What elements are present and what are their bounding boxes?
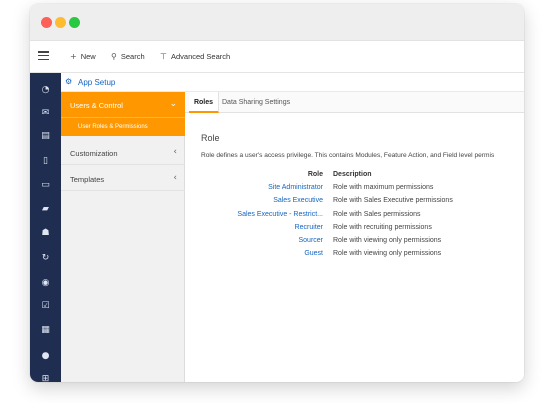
- tab-roles[interactable]: Roles: [189, 92, 219, 113]
- app-window: + New ⚲ Search ⊤ Advanced Search ◔ ✉ ▤ ▯…: [30, 4, 524, 382]
- role-description: Role with recruiting permissions: [333, 224, 432, 231]
- window-titlebar: [30, 4, 524, 41]
- id-card-icon[interactable]: ▭: [40, 180, 51, 190]
- search-label: Search: [120, 52, 145, 61]
- table-row: Sales Executive - Restrict... Role with …: [185, 211, 524, 224]
- maximize-window-button[interactable]: [69, 17, 80, 28]
- sidebar-item-label: Customization: [70, 149, 118, 158]
- role-link[interactable]: Sourcer: [298, 237, 323, 244]
- calendar-icon[interactable]: ▦: [40, 325, 51, 335]
- mail-icon[interactable]: ✉: [40, 108, 51, 118]
- person-icon[interactable]: ●: [40, 351, 51, 361]
- sidebar-subitem-label: User Roles & Permissions: [78, 124, 148, 130]
- minimize-window-button[interactable]: [55, 17, 66, 28]
- filter-icon: ⊤: [160, 52, 167, 61]
- checklist-icon[interactable]: ☑: [40, 301, 51, 311]
- tab-bar: Roles Data Sharing Settings: [185, 92, 524, 113]
- role-description: Role with viewing only permissions: [333, 237, 442, 244]
- dashboard-icon[interactable]: ◔: [40, 85, 51, 95]
- org-chart-icon[interactable]: ⊞: [40, 374, 51, 382]
- new-label: New: [80, 52, 96, 61]
- section-title: Role: [201, 133, 220, 143]
- top-toolbar: + New ⚲ Search ⊤ Advanced Search: [30, 41, 524, 73]
- new-button[interactable]: + New: [70, 52, 96, 61]
- tab-data-sharing-settings[interactable]: Data Sharing Settings: [222, 92, 290, 113]
- left-nav: ◔ ✉ ▤ ▯ ▭ ▰ ☗ ↻ ◉ ☑ ▦ ● ⊞: [30, 73, 61, 382]
- sidebar-item-label: Users & Control: [70, 101, 123, 110]
- chevron-left-icon: ‹: [173, 173, 177, 183]
- chevron-down-icon: ⌄: [169, 99, 177, 109]
- gear-icon: ⚙: [65, 77, 73, 86]
- search-button[interactable]: ⚲ Search: [111, 52, 145, 61]
- chevron-left-icon: ‹: [173, 147, 177, 157]
- table-row: Recruiter Role with recruiting permissio…: [185, 224, 524, 237]
- sidebar-item-users-control[interactable]: Users & Control ⌄: [61, 92, 185, 117]
- role-description: Role with Sales Executive permissions: [333, 197, 453, 204]
- setup-sidebar: Users & Control ⌄ User Roles & Permissio…: [61, 92, 185, 382]
- search-icon: ⚲: [111, 52, 117, 61]
- section-description: Role defines a user's access privilege. …: [201, 152, 495, 159]
- menu-icon[interactable]: [38, 51, 49, 61]
- users-icon[interactable]: ☗: [40, 228, 51, 238]
- sidebar-subitem-user-roles-permissions[interactable]: User Roles & Permissions: [61, 117, 185, 136]
- briefcase-icon[interactable]: ▰: [40, 204, 51, 214]
- column-header-role: Role: [307, 171, 323, 178]
- plus-icon: +: [70, 52, 77, 61]
- column-header-description: Description: [333, 171, 372, 178]
- app-setup-header: ⚙ App Setup: [61, 73, 524, 92]
- advanced-search-button[interactable]: ⊤ Advanced Search: [160, 52, 230, 61]
- sidebar-item-customization[interactable]: Customization ‹: [61, 140, 185, 165]
- table-row: Sales Executive Role with Sales Executiv…: [185, 197, 524, 210]
- sidebar-item-templates[interactable]: Templates ‹: [61, 166, 185, 191]
- role-description: Role with Sales permissions: [333, 211, 421, 218]
- table-row: Sourcer Role with viewing only permissio…: [185, 237, 524, 250]
- role-link[interactable]: Sales Executive - Restrict...: [237, 211, 323, 218]
- role-link[interactable]: Site Administrator: [268, 184, 323, 191]
- close-window-button[interactable]: [41, 17, 52, 28]
- role-description: Role with viewing only permissions: [333, 250, 442, 257]
- main-content: Roles Data Sharing Settings Role Role de…: [185, 92, 524, 382]
- role-link[interactable]: Recruiter: [295, 224, 323, 231]
- role-link[interactable]: Guest: [304, 250, 323, 257]
- role-link[interactable]: Sales Executive: [273, 197, 323, 204]
- target-icon[interactable]: ◉: [40, 278, 51, 288]
- book-icon[interactable]: ▤: [40, 131, 51, 141]
- page-title: App Setup: [78, 78, 116, 87]
- table-row: Guest Role with viewing only permissions: [185, 250, 524, 263]
- refresh-icon[interactable]: ↻: [40, 253, 51, 263]
- phone-icon[interactable]: ▯: [40, 156, 51, 166]
- advanced-search-label: Advanced Search: [170, 52, 231, 61]
- table-row: Site Administrator Role with maximum per…: [185, 184, 524, 197]
- sidebar-item-label: Templates: [70, 175, 105, 184]
- role-description: Role with maximum permissions: [333, 184, 434, 191]
